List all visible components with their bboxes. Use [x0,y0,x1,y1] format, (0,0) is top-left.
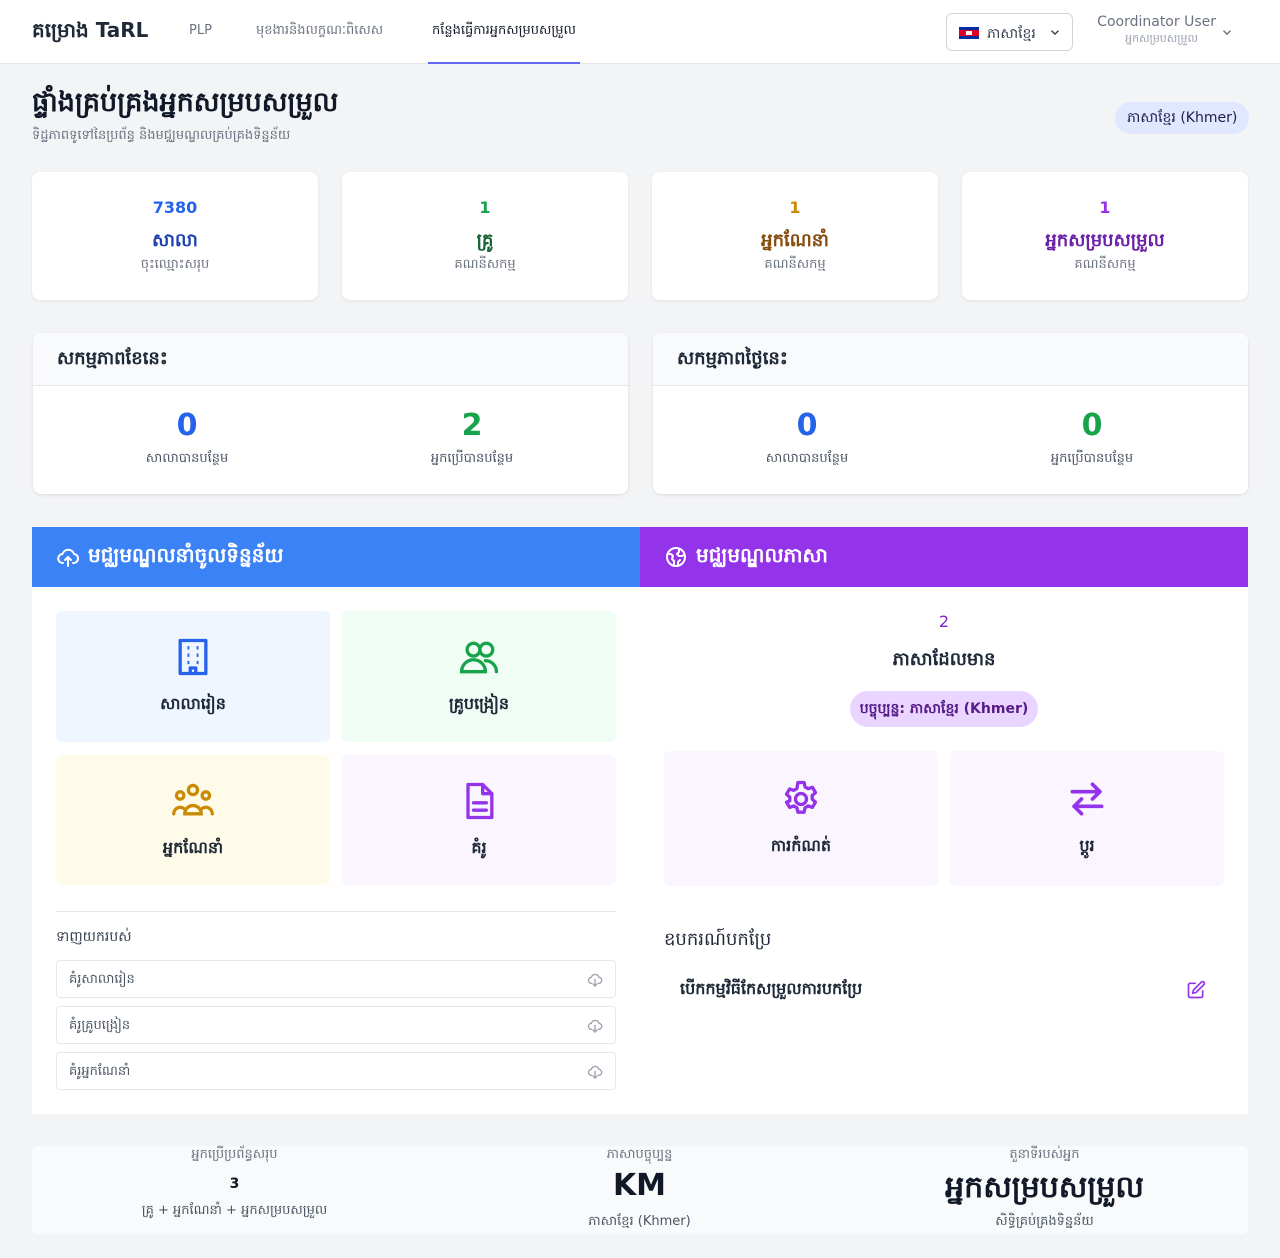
stat-value: 1 [789,198,801,217]
page-title: ផ្ទាំងគ្រប់គ្រងអ្នកសម្របសម្រួល [32,87,339,118]
templates-heading: ទាញយករបស់ [56,929,132,945]
download-teacher-template-button[interactable]: គំរូគ្រូបង្រៀន [56,1006,616,1044]
globe-icon [666,547,686,567]
language-hub-header: មជ្ឈមណ្ឌលភាសា [640,527,1248,587]
panel-header: សកម្មភាពថ្ងៃនេះ [653,333,1248,386]
import-schools-tile[interactable]: សាលារៀន [56,611,330,742]
stat-subtext: ចុះឈ្មោះសរុប [140,257,210,272]
edit-icon[interactable] [1186,980,1206,1000]
templates-tile[interactable]: គំរូ [342,755,616,885]
stat-label: អ្នកសម្របសម្រួល [1045,230,1165,251]
cloud-download-icon [587,973,603,987]
stat-value: 7380 [152,198,198,217]
user-name[interactable]: Coordinator User [1097,14,1216,30]
schools-added-label: សាលាបានបន្ថែម [765,451,849,466]
import-hub-title: មជ្ឈមណ្ឌលនាំចូលទិន្នន័យ [88,543,284,567]
user-role: អ្នកសម្របសម្រួល [1125,32,1198,45]
stat-subtext: គណនីសកម្ម [764,257,826,272]
language-selector[interactable]: ភាសាខ្មែរ [946,13,1073,51]
cloud-upload-icon [57,548,80,567]
summary-label: ភាសាបច្ចុប្បន្ន [606,1147,673,1162]
current-language-pill: បច្ចុប្បន្ន: ភាសាខ្មែរ (Khmer) [850,691,1038,727]
nav-item-coordinator-workspace[interactable]: កន្លែងធ្វើការអ្នកសម្របសម្រួល [428,0,580,64]
tile-label: គ្រូបង្រៀន [449,694,509,713]
activity-this-month-panel: សកម្មភាពខែនេះ 0 សាលាបានបន្ថែម 2 អ្នកប្រើ… [33,333,628,494]
download-school-template-button[interactable]: គំរូសាលារៀន [56,960,616,998]
summary-label: អ្នកប្រើប្រព័ន្ធសរុប [191,1147,278,1162]
cloud-download-icon [587,1065,603,1079]
stat-label: គ្រូ [476,230,494,251]
available-languages-label: ភាសាដែលមាន [892,649,996,670]
stat-card-mentors: 1 អ្នកណែនាំ គណនីសកម្ម [652,172,938,300]
current-language-badge: ភាសាខ្មែរ (Khmer) [1115,102,1250,134]
page-subtitle: ទិដ្ឋភាពទូទៅនៃប្រព័ន្ធ និងមជ្ឈមណ្ឌលគ្រប់… [32,128,291,143]
gear-icon [784,780,818,814]
template-label: គំរូគ្រូបង្រៀន [69,1018,131,1033]
nav-item-features[interactable]: មុខងារនិងលក្ខណៈពិសេស [256,0,383,64]
divider [56,911,616,912]
stat-card-coordinators: 1 អ្នកសម្របសម្រួល គណនីសកម្ម [962,172,1248,300]
cloud-download-icon [587,1019,603,1033]
language-selector-label: ភាសាខ្មែរ [987,26,1036,42]
user-group-icon [172,783,214,816]
schools-added-label: សាលាបានបន្ថែម [145,451,229,466]
users-added-count: 2 [461,408,483,443]
summary-value: KM [612,1168,667,1203]
document-icon [466,782,494,820]
summary-label: តួនាទីរបស់អ្នក [1009,1147,1080,1162]
stat-value: 1 [479,198,491,217]
panel-header: សកម្មភាពខែនេះ [33,333,628,386]
panel-title: សកម្មភាពខែនេះ [57,348,168,369]
stat-card-schools: 7380 សាលា ចុះឈ្មោះសរុប [32,172,318,300]
stat-subtext: គណនីសកម្ម [454,257,516,272]
import-teachers-tile[interactable]: គ្រូបង្រៀន [342,611,616,742]
stat-value: 1 [1099,198,1111,217]
summary-description: ភាសាខ្មែរ (Khmer) [588,1214,691,1229]
template-label: គំរូអ្នកណែនាំ [69,1064,131,1079]
cambodia-flag-icon [959,27,979,39]
system-summary: អ្នកប្រើប្រព័ន្ធសរុប 3 គ្រូ + អ្នកណែនាំ … [32,1146,1248,1234]
users-added-count: 0 [1081,408,1103,443]
summary-value: អ្នកសម្របសម្រួល [945,1170,1144,1205]
language-settings-tile[interactable]: ការកំណត់ [664,751,938,886]
building-icon [178,638,208,676]
chevron-down-icon [1051,30,1059,36]
users-added-label: អ្នកប្រើបានបន្ថែម [1050,451,1134,466]
stat-subtext: គណនីសកម្ម [1074,257,1136,272]
brand-logo[interactable]: គម្រោង TaRL [32,17,148,47]
available-languages-count: 2 [938,612,950,631]
nav-item-plp[interactable]: PLP [189,0,212,64]
data-import-hub: មជ្ឈមណ្ឌលនាំចូលទិន្នន័យ សាលារៀន គ្រូបង្រ… [32,527,640,1114]
tile-label: អ្នកណែនាំ [162,838,224,857]
tile-label: គំរូ [471,838,487,857]
language-hub-title: មជ្ឈមណ្ឌលភាសា [696,543,828,567]
schools-added-count: 0 [176,408,198,443]
stat-card-teachers: 1 គ្រូ គណនីសកម្ម [342,172,628,300]
stat-label: សាលា [152,230,198,251]
import-hub-header: មជ្ឈមណ្ឌលនាំចូលទិន្នន័យ [32,527,640,587]
panel-title: សកម្មភាពថ្ងៃនេះ [677,348,788,369]
switch-arrows-icon [1070,782,1104,816]
user-menu-chevron-icon[interactable] [1220,25,1234,39]
template-label: គំរូសាលារៀន [69,972,135,987]
users-icon [459,641,499,674]
summary-description: គ្រូ + អ្នកណែនាំ + អ្នកសម្របសម្រួល [141,1203,328,1218]
tile-label: ការកំណត់ [770,836,832,855]
language-hub: មជ្ឈមណ្ឌលភាសា 2 ភាសាដែលមាន បច្ចុប្បន្ន: … [640,527,1248,1114]
import-mentors-tile[interactable]: អ្នកណែនាំ [56,755,330,885]
tile-label: ប្តូរ [1079,836,1095,855]
tile-label: សាលារៀន [160,694,226,713]
download-mentor-template-button[interactable]: គំរូអ្នកណែនាំ [56,1052,616,1090]
top-navigation: គម្រោង TaRL PLP មុខងារនិងលក្ខណៈពិសេស កន្… [0,0,1280,64]
translation-tools-heading: ឧបករណ៍បកប្រែ [664,929,772,950]
stat-label: អ្នកណែនាំ [761,230,829,251]
schools-added-count: 0 [796,408,818,443]
activity-today-panel: សកម្មភាពថ្ងៃនេះ 0 សាលាបានបន្ថែម 0 អ្នកប្… [653,333,1248,494]
users-added-label: អ្នកប្រើបានបន្ថែម [430,451,514,466]
switch-language-tile[interactable]: ប្តូរ [950,751,1224,886]
summary-value: 3 [229,1176,240,1192]
summary-description: សិទ្ធិគ្រប់គ្រងទិន្នន័យ [995,1214,1094,1229]
open-translation-editor-link[interactable]: បើកកម្មវិធីកែសម្រួលការបកប្រែ [680,978,862,1002]
